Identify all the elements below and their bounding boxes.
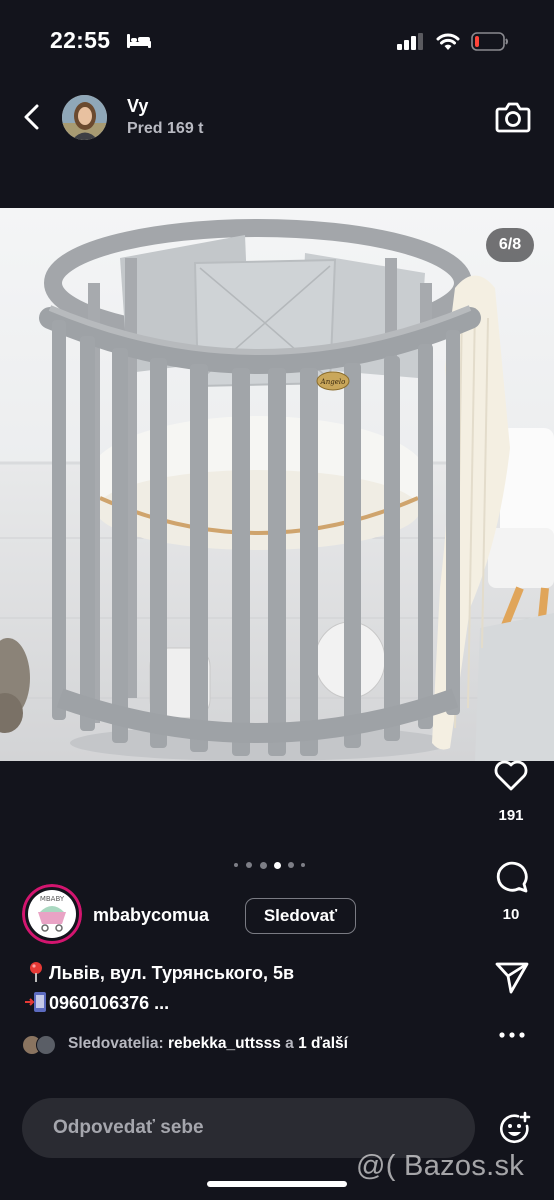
battery-icon: [471, 32, 508, 51]
caption-phone: 0960106376 ...: [25, 991, 169, 1014]
crib-logo-text: Angelo: [320, 378, 346, 386]
phone-arrow-icon: [25, 992, 46, 1012]
wifi-icon: [436, 33, 460, 50]
more-icon[interactable]: [497, 1027, 527, 1043]
heart-icon[interactable]: [493, 758, 529, 792]
follower-avatars: [22, 1035, 62, 1055]
story-header: Vy Pred 169 t: [0, 80, 554, 160]
pagination-dot: [301, 863, 305, 867]
comment-icon[interactable]: [494, 858, 530, 894]
account-avatar[interactable]: MBABY: [22, 884, 82, 944]
followers-prefix: Sledovatelia:: [68, 1035, 164, 1052]
watermark: @( Bazos.sk: [356, 1150, 525, 1182]
pagination-dot: [288, 862, 294, 868]
account-logo-text: MBABY: [40, 895, 65, 903]
follower-avatar: [36, 1035, 56, 1055]
followers-connector: a: [285, 1035, 294, 1052]
pin-icon: [30, 962, 42, 982]
followers-more[interactable]: 1 ďalší: [298, 1035, 348, 1052]
pagination-dot: [260, 862, 267, 869]
like-count: 191: [498, 807, 524, 824]
add-reaction-icon[interactable]: [497, 1111, 533, 1147]
story-screen: 22:55 Vy Pred 169 t Angelo 6/8 191 10 MB…: [0, 0, 554, 1200]
home-indicator: [207, 1181, 347, 1187]
avatar[interactable]: [62, 95, 107, 140]
pagination-dot: [234, 863, 238, 867]
comment-count: 10: [502, 906, 520, 923]
caption-location: Львів, вул. Турянського, 5в: [25, 961, 294, 984]
photo-counter: 6/8: [486, 228, 534, 262]
status-bar: 22:55: [0, 0, 554, 80]
send-icon[interactable]: [494, 960, 530, 996]
follower-username[interactable]: rebekka_uttsss: [168, 1035, 281, 1052]
back-icon[interactable]: [20, 102, 44, 132]
pagination-dot: [246, 862, 252, 868]
story-photo[interactable]: Angelo 6/8: [0, 208, 554, 761]
caption-location-text: Львів, вул. Турянського, 5в: [49, 963, 295, 983]
pagination-dots: [232, 860, 312, 870]
reply-input[interactable]: Odpovedať sebe: [22, 1098, 475, 1158]
bed-icon: [127, 34, 151, 48]
camera-icon[interactable]: [495, 100, 531, 134]
story-author-name[interactable]: Vy: [127, 96, 148, 117]
status-time: 22:55: [50, 27, 111, 53]
follow-button[interactable]: Sledovať: [245, 898, 356, 934]
story-timestamp: Pred 169 t: [127, 120, 204, 137]
caption-phone-text[interactable]: 0960106376 ...: [49, 993, 169, 1013]
followers-row[interactable]: Sledovatelia: rebekka_uttsss a 1 ďalší: [22, 1033, 482, 1057]
followers-text: Sledovatelia: rebekka_uttsss a 1 ďalší: [68, 1035, 348, 1053]
pagination-dot: [274, 862, 281, 869]
signal-icon: [397, 33, 423, 50]
account-username[interactable]: mbabycomua: [93, 905, 209, 926]
